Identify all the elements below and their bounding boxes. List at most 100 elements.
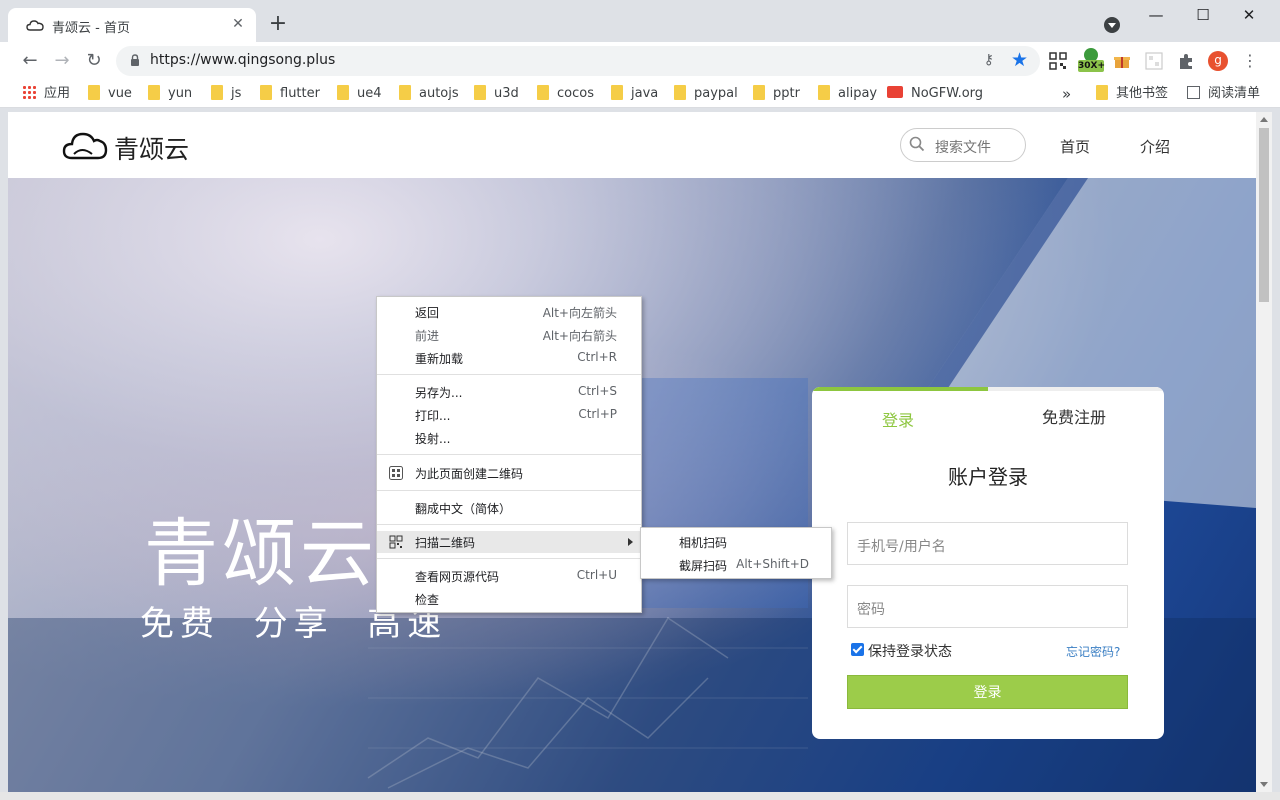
window-close-button[interactable]: ✕	[1229, 4, 1269, 28]
site-logo-text[interactable]: 青颂云	[114, 130, 189, 166]
bookmark-folder[interactable]: js	[211, 85, 241, 103]
reload-button[interactable]: ↻	[81, 48, 107, 74]
bookmark-folder[interactable]: yun	[148, 85, 192, 103]
menu-item-save-as[interactable]: 另存为... Ctrl+S	[377, 381, 641, 403]
menu-item-cast[interactable]: 投射...	[377, 427, 641, 449]
bookmark-folder[interactable]: vue	[88, 85, 132, 103]
bookmark-folder[interactable]: alipay	[818, 85, 877, 103]
hero-title: 青颂云	[144, 511, 378, 597]
menu-item-shortcut: Ctrl+U	[576, 568, 617, 582]
scrollbar-thumb[interactable]	[1259, 128, 1269, 302]
extension-badge-icon[interactable]: 30X+	[1078, 48, 1105, 74]
url-text[interactable]: https://www.qingsong.plus	[150, 52, 335, 68]
nav-home-link[interactable]: 首页	[1060, 136, 1090, 157]
bookmarks-overflow-button[interactable]: »	[1062, 85, 1071, 103]
bookmark-star-icon[interactable]: ★	[1011, 49, 1028, 71]
scroll-down-arrow-icon[interactable]	[1260, 782, 1268, 787]
back-button[interactable]: ←	[17, 48, 43, 74]
browser-tab[interactable]: 青颂云 - 首页 ✕	[8, 8, 256, 42]
bookmark-folder[interactable]: pptr	[753, 85, 800, 103]
bookmark-folder[interactable]: u3d	[474, 85, 519, 103]
scan-qr-icon	[389, 535, 403, 549]
new-tab-button[interactable]: +	[266, 12, 290, 36]
scan-qr-submenu: 相机扫码 截屏扫码 Alt+Shift+D	[640, 527, 832, 579]
lock-icon[interactable]	[130, 54, 140, 66]
menu-item-back[interactable]: 返回 Alt+向左箭头	[377, 301, 641, 323]
menu-separator	[377, 454, 641, 455]
menu-item-label: 查看网页源代码	[415, 570, 500, 584]
forgot-password-link[interactable]: 忘记密码?	[1066, 643, 1120, 660]
menu-item-shortcut: Ctrl+R	[577, 350, 617, 364]
forward-button[interactable]: →	[49, 48, 75, 74]
context-menu: 返回 Alt+向左箭头 前进 Alt+向右箭头 重新加载 Ctrl+R 另存为.…	[376, 296, 642, 613]
bookmark-label: 阅读清单	[1208, 86, 1261, 101]
bookmark-folder[interactable]: autojs	[399, 85, 459, 103]
nav-intro-link[interactable]: 介绍	[1140, 136, 1170, 157]
bookmark-label: u3d	[494, 86, 519, 101]
remember-label[interactable]: 保持登录状态	[868, 641, 952, 661]
menu-item-print[interactable]: 打印... Ctrl+P	[377, 404, 641, 426]
key-icon[interactable]: ⚷	[984, 52, 994, 68]
tab-strip: 青颂云 - 首页 ✕ + — ☐ ✕	[0, 0, 1280, 42]
minimize-button[interactable]: —	[1136, 4, 1176, 28]
remember-checkbox[interactable]	[851, 643, 864, 656]
profile-avatar[interactable]: g	[1208, 51, 1228, 71]
bookmark-folder[interactable]: ue4	[337, 85, 382, 103]
grid-extension-icon[interactable]	[1145, 52, 1163, 70]
login-title: 账户登录	[948, 465, 1028, 489]
menu-item-create-qr[interactable]: 为此页面创建二维码	[377, 462, 641, 484]
tab-search-icon[interactable]	[1104, 17, 1120, 33]
tab-close-icon[interactable]: ✕	[228, 14, 248, 34]
submenu-item-screen-scan[interactable]: 截屏扫码 Alt+Shift+D	[641, 554, 831, 576]
reading-list-icon	[1187, 86, 1200, 99]
bookmark-label: ue4	[357, 86, 382, 101]
menu-item-shortcut: Ctrl+S	[577, 384, 617, 398]
bookmark-folder[interactable]: java	[611, 85, 658, 103]
scroll-up-arrow-icon[interactable]	[1260, 117, 1268, 122]
login-submit-button[interactable]: 登录	[847, 675, 1128, 709]
folder-icon	[818, 85, 830, 100]
bookmark-apps[interactable]: 应用	[22, 85, 70, 103]
username-field[interactable]: 手机号/用户名	[847, 522, 1128, 565]
reading-list-button[interactable]: 阅读清单	[1187, 85, 1260, 103]
gift-extension-icon[interactable]	[1113, 52, 1131, 70]
bookmark-folder[interactable]: paypal	[674, 85, 738, 103]
bookmark-label: java	[631, 86, 659, 101]
tab-register[interactable]: 免费注册	[1042, 404, 1106, 428]
address-bar[interactable]: https://www.qingsong.plus ⚷ ★	[116, 46, 1040, 76]
menu-item-translate[interactable]: 翻成中文（简体）	[377, 497, 641, 519]
maximize-button[interactable]: ☐	[1183, 4, 1223, 28]
submenu-arrow-icon	[628, 538, 633, 546]
cloud-icon	[26, 20, 44, 31]
active-tab-bar	[812, 387, 988, 391]
menu-item-label: 检查	[415, 593, 440, 607]
site-favicon-icon	[887, 86, 903, 98]
apps-grid-icon	[22, 85, 36, 99]
page-scrollbar[interactable]	[1256, 112, 1272, 792]
tab-login[interactable]: 登录	[882, 407, 914, 431]
bookmark-folder[interactable]: flutter	[260, 85, 320, 103]
username-placeholder: 手机号/用户名	[857, 539, 946, 555]
bookmark-label: js	[231, 86, 242, 101]
bookmark-nogfw[interactable]: NoGFW.org	[887, 85, 983, 103]
cloud-logo-icon[interactable]	[62, 128, 108, 162]
password-field[interactable]: 密码	[847, 585, 1128, 628]
menu-item-forward[interactable]: 前进 Alt+向右箭头	[377, 324, 641, 346]
puzzle-extensions-icon[interactable]	[1177, 52, 1195, 70]
bookmark-other[interactable]: 其他书签	[1096, 85, 1168, 103]
submenu-item-camera-scan[interactable]: 相机扫码	[641, 531, 831, 553]
menu-item-shortcut: Alt+Shift+D	[736, 557, 809, 571]
menu-item-reload[interactable]: 重新加载 Ctrl+R	[377, 347, 641, 369]
chrome-menu-icon[interactable]: ⋮	[1242, 50, 1258, 72]
menu-item-scan-qr[interactable]: 扫描二维码	[377, 531, 641, 553]
menu-item-inspect[interactable]: 检查	[377, 588, 641, 610]
menu-item-view-source[interactable]: 查看网页源代码 Ctrl+U	[377, 565, 641, 587]
bookmark-folder[interactable]: cocos	[537, 85, 594, 103]
menu-item-label: 为此页面创建二维码	[415, 467, 524, 481]
menu-item-label: 打印...	[415, 409, 451, 423]
bookmark-label: NoGFW.org	[911, 86, 984, 101]
login-card: 登录 免费注册 账户登录 手机号/用户名 密码 保持登录状态 忘记密码? 登录	[812, 387, 1164, 739]
site-search-input[interactable]: 搜索文件	[900, 128, 1026, 162]
qr-extension-icon[interactable]	[1049, 52, 1067, 70]
browser-toolbar: ← → ↻ https://www.qingsong.plus ⚷ ★ 30X+…	[0, 42, 1280, 80]
